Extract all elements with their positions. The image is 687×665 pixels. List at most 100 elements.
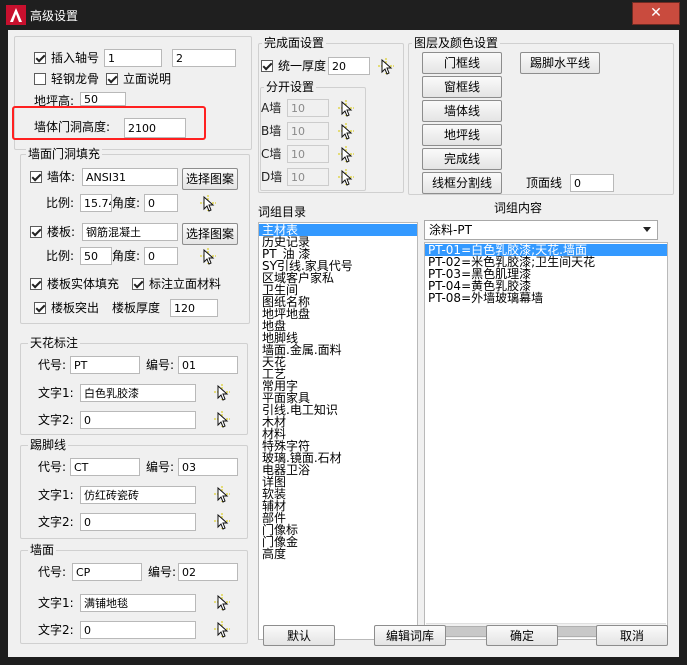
slab-solid-fill-checkbox[interactable] [30, 278, 42, 290]
uniform-thickness-label: 统一厚度 [278, 59, 327, 73]
content-title: 词组内容 [494, 201, 543, 215]
edit-library-button[interactable]: 编辑词库 [374, 625, 446, 646]
slab-thickness-input[interactable]: 120 [170, 299, 218, 317]
slab-solid-fill-label: 楼板实体填充 [47, 277, 120, 291]
skirting-text2-input[interactable]: 0 [80, 513, 196, 531]
slab-protrude-checkbox[interactable] [34, 302, 46, 314]
slab-scale-input[interactable]: 50 [80, 247, 112, 265]
finish-line-button[interactable]: 完成线 [422, 148, 502, 170]
wall-code-label: 代号: [38, 565, 67, 579]
skirting-num-input[interactable]: 03 [178, 458, 238, 476]
pick-thickness-icon[interactable] [336, 144, 356, 164]
close-button[interactable]: ✕ [632, 2, 680, 25]
pick-text-icon[interactable] [212, 511, 232, 531]
pick-text-icon[interactable] [212, 619, 232, 639]
pick-thickness-icon[interactable] [336, 121, 356, 141]
elevation-note-checkbox[interactable] [106, 73, 118, 85]
pick-text-icon[interactable] [212, 592, 232, 612]
catalog-list[interactable]: 主材表 历史记录 PT_油 漆 SY引线.家具代号 区域客户家私 卫生间 图纸名称 地坪地盘地… [258, 222, 418, 640]
wall-line-button[interactable]: 墙体线 [422, 100, 502, 122]
uniform-thickness-input[interactable]: 20 [328, 57, 370, 75]
ok-button[interactable]: 确定 [486, 625, 558, 646]
slab-angle-input[interactable]: 0 [144, 247, 178, 265]
ceiling-text2-input[interactable]: 0 [80, 411, 196, 429]
wall-scale-label: 比例: [46, 196, 75, 210]
skirting-text1-input[interactable]: 仿红砖瓷砖 [80, 486, 196, 504]
axis-value1-input[interactable]: 1 [104, 49, 162, 67]
wall-angle-label: 角度: [112, 196, 141, 210]
slab-thickness-label: 楼板厚度 [112, 301, 161, 315]
wall-fill-label: 墙体: [47, 170, 76, 184]
cancel-button[interactable]: 取消 [596, 625, 668, 646]
split-title: 分开设置 [264, 80, 317, 94]
wall-text1-label: 文字1: [38, 596, 74, 610]
wall-fill-checkbox[interactable] [30, 171, 42, 183]
title-bar: 高级设置 ✕ [0, 0, 687, 30]
autocad-logo-icon [6, 5, 26, 25]
catalog-item[interactable]: 高度 [259, 548, 417, 560]
skirting-horizontal-line-button[interactable]: 踢脚水平线 [520, 52, 600, 74]
wall-d-input[interactable]: 10 [287, 168, 329, 186]
default-button[interactable]: 默认 [263, 625, 335, 646]
light-keel-label: 轻钢龙骨 [51, 72, 100, 86]
wall-scale-input[interactable]: 15.74 [80, 194, 112, 212]
wall-a-input[interactable]: 10 [287, 99, 329, 117]
pick-thickness-icon[interactable] [336, 167, 356, 187]
wall-b-label: B墙 [261, 124, 282, 138]
window-frame-line-button[interactable]: 窗框线 [422, 76, 502, 98]
wall-d-label: D墙 [261, 170, 283, 184]
ceiling-code-label: 代号: [38, 358, 67, 372]
wall-b-input[interactable]: 10 [287, 122, 329, 140]
wall-title: 墙面 [28, 543, 57, 557]
wall-text1-input[interactable]: 满铺地毯 [80, 594, 196, 612]
insert-axis-label: 插入轴号 [51, 51, 100, 65]
frame-divider-line-button[interactable]: 线框分割线 [422, 172, 502, 194]
ceiling-text1-input[interactable]: 白色乳胶漆 [80, 384, 196, 402]
ceiling-text2-label: 文字2: [38, 413, 74, 427]
pick-thickness-icon[interactable] [336, 98, 356, 118]
wall-num-input[interactable]: 02 [178, 563, 238, 581]
ceiling-num-label: 编号: [146, 358, 175, 372]
light-keel-checkbox[interactable] [34, 73, 46, 85]
close-icon: ✕ [650, 5, 662, 21]
pick-point-icon[interactable] [198, 246, 218, 266]
floor-height-input[interactable]: 50 [80, 92, 126, 106]
slab-pattern-input[interactable]: 钢筋混凝土 [82, 223, 178, 241]
catalog-title: 词组目录 [258, 205, 307, 219]
wall-pattern-input[interactable]: ANSI31 [82, 168, 178, 186]
axis-value2-input[interactable]: 2 [172, 49, 236, 67]
pick-text-icon[interactable] [212, 484, 232, 504]
top-line-input[interactable]: 0 [570, 174, 614, 192]
wall-code-input[interactable]: CP [72, 563, 142, 581]
skirting-code-input[interactable]: CT [70, 458, 140, 476]
skirting-text1-label: 文字1: [38, 488, 74, 502]
pick-thickness-icon[interactable] [376, 56, 396, 76]
skirting-num-label: 编号: [146, 460, 175, 474]
pick-text-icon[interactable] [212, 409, 232, 429]
floor-line-button[interactable]: 地坪线 [422, 124, 502, 146]
slab-pattern-button[interactable]: 选择图案 [182, 223, 238, 245]
slab-angle-label: 角度: [112, 249, 141, 263]
slab-fill-checkbox[interactable] [30, 226, 42, 238]
content-item[interactable]: PT-08=外墙玻璃幕墙 [425, 292, 667, 304]
wall-text2-input[interactable]: 0 [80, 621, 196, 639]
wall-c-label: C墙 [261, 147, 282, 161]
mark-material-checkbox[interactable] [132, 278, 144, 290]
wall-angle-input[interactable]: 0 [144, 194, 178, 212]
ceiling-code-input[interactable]: PT [70, 356, 140, 374]
ceiling-num-input[interactable]: 01 [178, 356, 238, 374]
slab-protrude-label: 楼板突出 [51, 301, 100, 315]
insert-axis-checkbox[interactable] [34, 52, 46, 64]
pick-point-icon[interactable] [198, 193, 218, 213]
content-category-dropdown[interactable]: 涂料-PT [424, 220, 658, 240]
uniform-thickness-checkbox[interactable] [261, 60, 273, 72]
mark-material-label: 标注立面材料 [149, 277, 222, 291]
wall-c-input[interactable]: 10 [287, 145, 329, 163]
wall-text2-label: 文字2: [38, 623, 74, 637]
wall-pattern-button[interactable]: 选择图案 [182, 168, 238, 190]
door-frame-line-button[interactable]: 门框线 [422, 52, 502, 74]
dialog-client: 插入轴号 1 2 轻钢龙骨 立面说明 地坪高: 50 墙体门洞高度: 2100 … [8, 30, 679, 657]
pick-text-icon[interactable] [212, 382, 232, 402]
content-list[interactable]: PT-01=白色乳胶漆;天花.墙面 PT-02=米色乳胶漆;卫生间天花 PT-03=… [424, 242, 668, 640]
chevron-down-icon [643, 227, 651, 232]
